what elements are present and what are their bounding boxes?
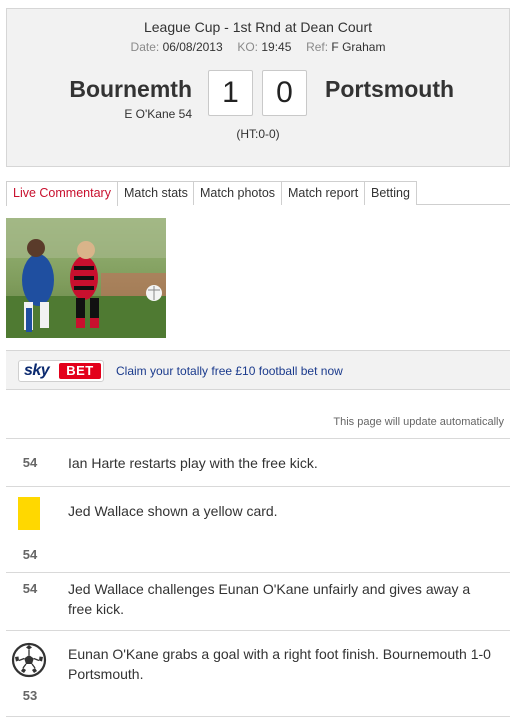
skybet-logo[interactable]: sky BET bbox=[18, 360, 104, 382]
skybet-logo-sky: sky bbox=[24, 362, 50, 379]
home-team-name[interactable]: Bournemth bbox=[69, 76, 192, 103]
commentary-item: Eunan O'Kane grabs a goal with a right f… bbox=[6, 630, 510, 717]
commentary-minute: 53 bbox=[22, 688, 38, 703]
date-label: Date: bbox=[130, 40, 160, 54]
skybet-promo[interactable]: sky BET Claim your totally free £10 foot… bbox=[6, 350, 510, 390]
home-score: 1 bbox=[208, 70, 253, 116]
commentary-text: Eunan O'Kane grabs a goal with a right f… bbox=[68, 646, 491, 682]
football-icon bbox=[11, 642, 47, 678]
match-date: 06/08/2013 bbox=[162, 40, 223, 54]
skybet-logo-bet: BET bbox=[59, 363, 101, 379]
commentary-minute: 54 bbox=[22, 581, 38, 596]
commentary-minute: 54 bbox=[22, 547, 38, 562]
home-scorers: E O'Kane 54 bbox=[124, 107, 192, 121]
tab-match-stats[interactable]: Match stats bbox=[117, 181, 195, 205]
away-team-name[interactable]: Portsmouth bbox=[325, 76, 454, 103]
match-meta: Date: 06/08/2013 KO: 19:45 Ref: F Graham bbox=[7, 40, 509, 54]
commentary-minute: 54 bbox=[22, 455, 38, 470]
referee-label: Ref: bbox=[306, 40, 329, 54]
kickoff-time: 19:45 bbox=[261, 40, 292, 54]
yellow-card-icon bbox=[18, 497, 40, 530]
match-tabs: Live Commentary Match stats Match photos… bbox=[6, 181, 510, 206]
kickoff-label: KO: bbox=[237, 40, 258, 54]
referee-name: F Graham bbox=[331, 40, 386, 54]
away-score: 0 bbox=[262, 70, 307, 116]
commentary-text: Jed Wallace shown a yellow card. bbox=[68, 503, 278, 519]
commentary-item: 54 Ian Harte restarts play with the free… bbox=[6, 438, 510, 486]
commentary-item: 54 Jed Wallace challenges Eunan O'Kane u… bbox=[6, 572, 510, 630]
tab-match-photos[interactable]: Match photos bbox=[193, 181, 283, 205]
half-time-score: (HT:0-0) bbox=[236, 127, 280, 141]
match-photo-image bbox=[6, 218, 166, 338]
commentary-feed: 54 Ian Harte restarts play with the free… bbox=[6, 438, 510, 717]
match-header: League Cup - 1st Rnd at Dean Court Date:… bbox=[6, 8, 510, 167]
commentary-text: Ian Harte restarts play with the free ki… bbox=[68, 455, 318, 471]
tab-match-report[interactable]: Match report bbox=[281, 181, 366, 205]
competition-title: League Cup - 1st Rnd at Dean Court bbox=[143, 19, 373, 35]
commentary-text: Jed Wallace challenges Eunan O'Kane unfa… bbox=[68, 581, 471, 617]
auto-update-note: This page will update automatically bbox=[333, 416, 504, 428]
match-photo[interactable] bbox=[6, 218, 166, 338]
commentary-item: Jed Wallace shown a yellow card. 54 bbox=[6, 486, 510, 572]
tab-betting[interactable]: Betting bbox=[364, 181, 417, 205]
free-bet-link[interactable]: Claim your totally free £10 football bet… bbox=[116, 364, 343, 378]
tab-live-commentary[interactable]: Live Commentary bbox=[6, 181, 118, 206]
